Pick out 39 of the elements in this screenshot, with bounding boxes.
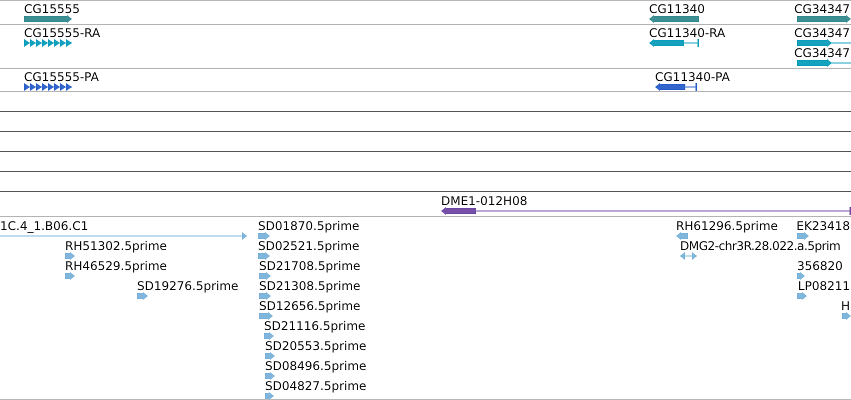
feature-arrow-icon[interactable] [797, 59, 851, 67]
feature-label: 1C.4_1.B06.C1 [0, 220, 88, 233]
feature-label: SD21708.5prime [259, 260, 360, 273]
feature-label: LP08211 [798, 280, 850, 293]
feature-label: 356820 [797, 260, 843, 273]
feature-label: CG15555-RA [24, 27, 100, 40]
feature-label: SD20553.5prime [265, 340, 366, 353]
feature-label: SD21308.5prime [259, 280, 360, 293]
feature-label: EK23418 [796, 220, 850, 233]
feature-label: RH46529.5prime [65, 260, 167, 273]
feature-label: RH61296.5prime [676, 220, 778, 233]
feature-arrow-icon[interactable] [655, 83, 697, 91]
feature-label: DME1-012H08 [441, 195, 528, 208]
feature-label: CG15555-PA [24, 71, 99, 84]
feature-label: RH51302.5prime [65, 240, 167, 253]
feature-label: DMG2-chr3R.28.022.a.5prim [680, 240, 840, 253]
feature-label: SD12656.5prime [259, 300, 360, 313]
feature-label: H [840, 300, 850, 313]
feature-label: SD21116.5prime [264, 320, 366, 333]
feature-label: CG15555 [24, 3, 80, 16]
feature-label: SD19276.5prime [137, 280, 238, 293]
feature-arrow-icon[interactable] [797, 39, 851, 47]
feature-arrow-icon[interactable] [24, 15, 72, 23]
feature-arrow-icon[interactable] [24, 83, 72, 91]
feature-label: CG11340-PA [655, 71, 730, 84]
feature-arrow-icon[interactable] [797, 15, 851, 23]
feature-label: CG11340-RA [649, 27, 726, 40]
feature-arrow-icon[interactable] [24, 39, 72, 47]
feature-label: SD08496.5prime [265, 360, 366, 373]
feature-arrow-icon[interactable] [441, 207, 851, 215]
feature-arrow-icon[interactable] [649, 15, 699, 23]
feature-label: SD04827.5prime [265, 380, 366, 393]
feature-arrow-icon[interactable] [649, 39, 699, 47]
feature-label: SD01870.5prime [258, 220, 360, 233]
feature-label: CG34347 [794, 47, 850, 60]
feature-label: SD02521.5prime [258, 240, 360, 253]
feature-label: CG34347 [794, 27, 850, 40]
feature-label: CG11340 [649, 3, 705, 16]
feature-label: CG34347 [794, 3, 850, 16]
